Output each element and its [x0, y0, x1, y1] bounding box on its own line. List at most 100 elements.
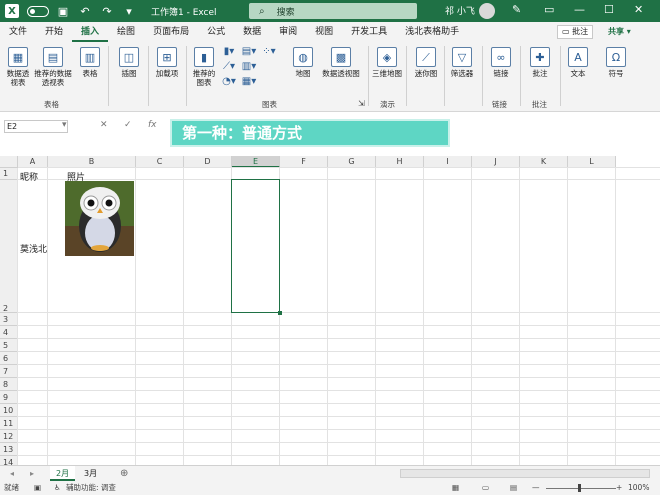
search-box[interactable]: ⌕ 搜索	[249, 3, 417, 19]
comment-icon: ✚	[530, 47, 550, 67]
stat-chart-button[interactable]: ▥▾	[240, 62, 258, 72]
row-header-3[interactable]: 3	[0, 313, 18, 326]
macro-record-icon[interactable]: ▣	[34, 481, 41, 495]
autosave-toggle[interactable]	[27, 5, 49, 17]
row-header-13[interactable]: 13	[0, 443, 18, 456]
group-separator	[148, 46, 149, 106]
row-header-6[interactable]: 6	[0, 352, 18, 365]
prev-sheet-icon[interactable]: ◂	[4, 466, 20, 481]
link-button[interactable]: ∞ 链接	[486, 47, 516, 78]
cancel-icon[interactable]: ✕	[100, 120, 108, 130]
column-chart-button[interactable]: ▮▾	[220, 47, 238, 57]
next-sheet-icon[interactable]: ▸	[24, 466, 40, 481]
zoom-out-icon[interactable]: —	[532, 481, 540, 495]
grid-line	[17, 168, 18, 465]
tab-insert[interactable]: 插入	[72, 22, 109, 42]
enter-icon[interactable]: ✓	[124, 120, 132, 130]
slicer-button[interactable]: ▽ 筛选器	[446, 47, 478, 78]
tab-formulas[interactable]: 公式	[198, 22, 234, 42]
comment-button[interactable]: ✚ 批注	[524, 47, 556, 78]
search-icon: ⌕	[259, 5, 265, 17]
accessibility-icon[interactable]: ♿	[54, 481, 61, 495]
table-label: 表格	[82, 69, 98, 78]
selected-cell-e2[interactable]	[231, 179, 282, 315]
owl-photo[interactable]	[65, 181, 134, 256]
close-icon[interactable]: ✕	[634, 3, 643, 16]
tab-data[interactable]: 数据	[234, 22, 270, 42]
undo-icon[interactable]: ↶	[77, 3, 93, 19]
page-layout-view-icon[interactable]: ▭	[482, 481, 489, 495]
horizontal-scrollbar[interactable]	[400, 469, 650, 478]
tab-view[interactable]: 视图	[306, 22, 342, 42]
avatar[interactable]	[479, 3, 495, 19]
map-chart-label: 地图	[295, 69, 311, 78]
row-header-12[interactable]: 12	[0, 430, 18, 443]
pie-chart-button[interactable]: ◔▾	[220, 77, 238, 87]
charts-dialog-launcher-icon[interactable]: ⇲	[358, 99, 365, 108]
combo-chart-button[interactable]: ▦▾	[240, 77, 258, 87]
select-all-corner[interactable]	[0, 156, 18, 168]
tab-page-layout[interactable]: 页面布局	[144, 22, 198, 42]
row-header-4[interactable]: 4	[0, 326, 18, 339]
illustrations-button[interactable]: ◫ 插图	[114, 47, 144, 78]
comments-button[interactable]: ▭ 批注	[557, 25, 594, 39]
cell-a2[interactable]: 莫浅北	[20, 242, 47, 255]
normal-view-icon[interactable]: ▦	[452, 481, 459, 495]
name-box[interactable]: E2	[4, 120, 68, 133]
tab-file[interactable]: 文件	[0, 22, 36, 42]
illustrations-icon: ◫	[119, 47, 139, 67]
status-accessibility[interactable]: 辅助功能: 调查	[66, 481, 116, 495]
function-icon[interactable]: fx	[148, 120, 157, 130]
save-icon[interactable]: ▣	[55, 3, 71, 19]
tab-home[interactable]: 开始	[36, 22, 72, 42]
maximize-icon[interactable]: ☐	[604, 3, 614, 16]
symbols-button[interactable]: Ω 符号	[600, 47, 632, 78]
scatter-chart-button[interactable]: ⁘▾	[260, 47, 278, 57]
share-button[interactable]: 共享 ▾	[604, 25, 635, 39]
zoom-level[interactable]: 100%	[628, 481, 649, 495]
row-header-7[interactable]: 7	[0, 365, 18, 378]
tab-developer[interactable]: 开发工具	[342, 22, 396, 42]
sparklines-button[interactable]: ⟋ 迷你图	[410, 47, 442, 78]
redo-icon[interactable]: ↷	[99, 3, 115, 19]
group-tour-label: 演示	[380, 100, 395, 109]
row-header-14[interactable]: 14	[0, 456, 18, 465]
row-header-10[interactable]: 10	[0, 404, 18, 417]
minimize-icon[interactable]: —	[574, 3, 585, 16]
row-header-9[interactable]: 9	[0, 391, 18, 404]
ribbon: ▦ 数据透视表 ▤ 推荐的数据透视表 ▥ 表格 表格 ◫ 插图 ⊞ 加载项 ▮ …	[0, 42, 660, 112]
tab-addin-helper[interactable]: 浅北表格助手	[396, 22, 468, 42]
pivot-table-button[interactable]: ▦ 数据透视表	[4, 47, 32, 87]
row-header-2[interactable]: 2	[0, 180, 18, 313]
add-sheet-icon[interactable]: ⊕	[114, 466, 134, 481]
addins-button[interactable]: ⊞ 加载项	[152, 47, 182, 78]
row-header-1[interactable]: 1	[0, 168, 18, 180]
row-header-11[interactable]: 11	[0, 417, 18, 430]
row-header-5[interactable]: 5	[0, 339, 18, 352]
ribbon-display-icon[interactable]: ▭	[544, 3, 554, 16]
map-chart-button[interactable]: ◍ 地图	[290, 47, 316, 78]
table-button[interactable]: ▥ 表格	[78, 47, 102, 78]
pen-icon[interactable]: ✎	[512, 3, 521, 16]
zoom-slider[interactable]	[546, 488, 616, 489]
3d-map-button[interactable]: ◈ 三维地图	[372, 47, 402, 78]
zoom-in-icon[interactable]: +	[616, 481, 622, 495]
cell-a1[interactable]: 昵称	[20, 170, 38, 183]
user-name[interactable]: 祁 小飞	[445, 4, 475, 17]
hierarchy-chart-button[interactable]: ▤▾	[240, 47, 258, 57]
pivot-chart-button[interactable]: ▩ 数据透视图	[318, 47, 364, 78]
zoom-slider-thumb[interactable]	[578, 484, 581, 492]
text-button[interactable]: A 文本	[562, 47, 594, 78]
customize-icon[interactable]: ▾	[121, 3, 137, 19]
recommended-pivot-button[interactable]: ▤ 推荐的数据透视表	[32, 47, 74, 87]
recommended-charts-button[interactable]: ▮ 推荐的图表	[190, 47, 218, 87]
row-header-8[interactable]: 8	[0, 378, 18, 391]
sheet-tab-mar[interactable]: 3月	[78, 466, 103, 481]
table-icon: ▥	[80, 47, 100, 67]
sheet-tab-feb[interactable]: 2月	[50, 466, 76, 481]
tab-review[interactable]: 审阅	[270, 22, 306, 42]
name-box-dropdown-icon[interactable]: ▾	[62, 120, 67, 130]
line-chart-button[interactable]: ⟋▾	[220, 62, 238, 72]
page-break-view-icon[interactable]: ▤	[510, 481, 517, 495]
tab-draw[interactable]: 绘图	[108, 22, 144, 42]
